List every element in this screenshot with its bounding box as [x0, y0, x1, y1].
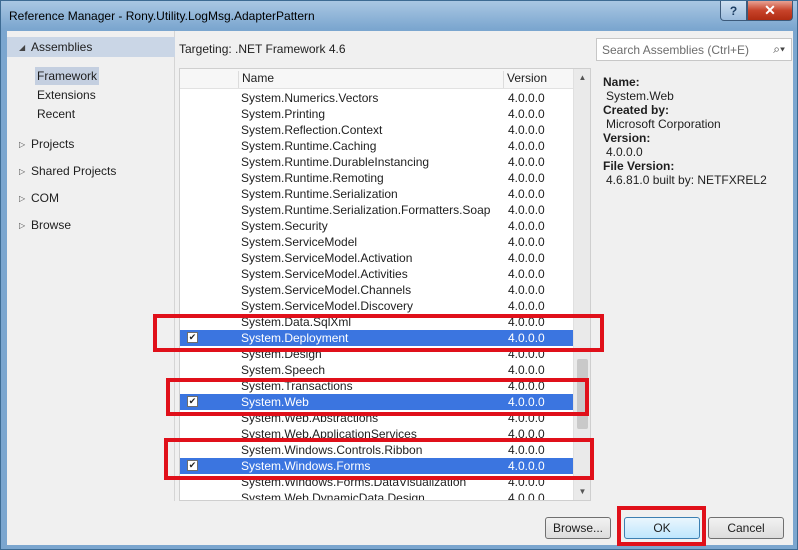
list-item[interactable]: System.ServiceModel.Discovery 4.0.0.0 — [180, 298, 574, 314]
close-button[interactable]: ✕ — [747, 1, 793, 21]
assembly-name: System.Web.DynamicData.Design — [241, 491, 425, 501]
expanded-arrow-icon: ◢ — [19, 42, 26, 52]
details-version-value: 4.0.0.0 — [606, 145, 643, 159]
column-header-version[interactable]: Version — [503, 71, 574, 88]
assembly-version: 4.0.0.0 — [508, 203, 545, 217]
collapsed-arrow-icon: ▷ — [19, 193, 26, 203]
collapsed-arrow-icon: ▷ — [19, 166, 26, 176]
assembly-name: System.Numerics.Vectors — [241, 91, 379, 105]
nav-com-label: COM — [31, 191, 59, 205]
scroll-up-icon[interactable]: ▲ — [574, 69, 590, 86]
assembly-version: 4.0.0.0 — [508, 267, 545, 281]
list-item[interactable]: System.ServiceModel.Activation 4.0.0.0 — [180, 250, 574, 266]
list-header: Name Version — [180, 69, 574, 89]
window-title: Reference Manager - Rony.Utility.LogMsg.… — [9, 9, 315, 23]
assembly-name: System.Runtime.Serialization — [241, 187, 398, 201]
nav-browse[interactable]: ▷ Browse — [7, 215, 175, 235]
assembly-version: 4.0.0.0 — [508, 251, 545, 265]
search-icon[interactable]: ⌕▾ — [773, 42, 785, 57]
targeting-label: Targeting: .NET Framework 4.6 — [179, 42, 346, 56]
list-item[interactable]: System.Runtime.Remoting 4.0.0.0 — [180, 170, 574, 186]
nav-shared-projects-label: Shared Projects — [31, 164, 117, 178]
nav-framework[interactable]: Framework — [35, 67, 100, 85]
assembly-name: System.Printing — [241, 107, 326, 121]
scroll-down-icon[interactable]: ▼ — [574, 483, 590, 500]
details-name-label: Name: — [603, 75, 640, 89]
list-item[interactable]: System.Web.DynamicData.Design 4.0.0.0 — [180, 490, 574, 501]
details-pane: Name: System.Web Created by: Microsoft C… — [603, 75, 793, 187]
assembly-name: System.Security — [241, 219, 328, 233]
assembly-name: System.Reflection.Context — [241, 123, 383, 137]
assembly-version: 4.0.0.0 — [508, 491, 545, 501]
list-item[interactable]: System.Runtime.DurableInstancing 4.0.0.0 — [180, 154, 574, 170]
nav-projects-label: Projects — [31, 137, 75, 151]
collapsed-arrow-icon: ▷ — [19, 220, 26, 230]
assembly-version: 4.0.0.0 — [508, 107, 545, 121]
category-nav: ◢ Assemblies Framework Extensions Recent… — [7, 31, 175, 501]
assembly-version: 4.0.0.0 — [508, 187, 545, 201]
details-file-version-value: 4.6.81.0 built by: NETFXREL2 — [606, 173, 767, 187]
nav-browse-label: Browse — [31, 218, 72, 232]
assembly-version: 4.0.0.0 — [508, 171, 545, 185]
browse-button[interactable]: Browse... — [545, 517, 611, 539]
nav-assemblies-label: Assemblies — [31, 40, 93, 54]
annotation-box-web — [166, 378, 589, 416]
assembly-version: 4.0.0.0 — [508, 283, 545, 297]
nav-recent[interactable]: Recent — [35, 105, 77, 123]
details-created-label: Created by: — [603, 103, 670, 117]
nav-assemblies[interactable]: ◢ Assemblies — [7, 37, 175, 57]
nav-extensions[interactable]: Extensions — [35, 86, 98, 104]
annotation-box-forms — [164, 438, 594, 480]
assembly-list[interactable]: Name Version System.Numerics.Vectors 4.0.… — [179, 68, 591, 501]
details-name-value: System.Web — [606, 89, 674, 103]
list-item[interactable]: System.Printing 4.0.0.0 — [180, 106, 574, 122]
title-bar[interactable]: Reference Manager - Rony.Utility.LogMsg.… — [1, 1, 798, 31]
help-button[interactable]: ? — [720, 1, 747, 21]
assembly-name: System.ServiceModel.Activation — [241, 251, 413, 265]
assembly-version: 4.0.0.0 — [508, 219, 545, 233]
annotation-box-ok — [617, 506, 706, 546]
search-placeholder: Search Assemblies (Ctrl+E) — [602, 42, 750, 57]
assembly-name: System.ServiceModel.Channels — [241, 283, 412, 297]
assembly-version: 4.0.0.0 — [508, 91, 545, 105]
assembly-version: 4.0.0.0 — [508, 139, 545, 153]
assembly-name: System.Runtime.Serialization.Formatters.… — [241, 203, 491, 217]
vertical-scrollbar[interactable]: ▲ ▼ — [573, 69, 590, 500]
nav-projects[interactable]: ▷ Projects — [7, 134, 175, 154]
nav-com[interactable]: ▷ COM — [7, 188, 175, 208]
search-input[interactable]: Search Assemblies (Ctrl+E) ⌕▾ — [596, 38, 792, 61]
list-item[interactable]: System.Runtime.Serialization 4.0.0.0 — [180, 186, 574, 202]
assembly-name: System.Runtime.Remoting — [241, 171, 384, 185]
assembly-name: System.ServiceModel.Discovery — [241, 299, 414, 313]
list-item[interactable]: System.ServiceModel.Activities 4.0.0.0 — [180, 266, 574, 282]
collapsed-arrow-icon: ▷ — [19, 139, 26, 149]
assembly-version: 4.0.0.0 — [508, 363, 545, 377]
assembly-name: System.Runtime.DurableInstancing — [241, 155, 430, 169]
assembly-name: System.Speech — [241, 363, 326, 377]
list-item[interactable]: System.ServiceModel.Channels 4.0.0.0 — [180, 282, 574, 298]
assembly-version: 4.0.0.0 — [508, 235, 545, 249]
annotation-box-deployment — [153, 314, 604, 352]
list-item[interactable]: System.Reflection.Context 4.0.0.0 — [180, 122, 574, 138]
details-created-value: Microsoft Corporation — [606, 117, 721, 131]
list-item[interactable]: System.Runtime.Caching 4.0.0.0 — [180, 138, 574, 154]
list-item[interactable]: System.Runtime.Serialization.Formatters.… — [180, 202, 574, 218]
assembly-version: 4.0.0.0 — [508, 123, 545, 137]
details-file-version-label: File Version: — [603, 159, 675, 173]
cancel-button[interactable]: Cancel — [708, 517, 784, 539]
list-item[interactable]: System.ServiceModel 4.0.0.0 — [180, 234, 574, 250]
list-item[interactable]: System.Security 4.0.0.0 — [180, 218, 574, 234]
assembly-version: 4.0.0.0 — [508, 155, 545, 169]
column-header-name[interactable]: Name — [238, 71, 503, 88]
list-item[interactable]: System.Speech 4.0.0.0 — [180, 362, 574, 378]
assembly-name: System.ServiceModel — [241, 235, 358, 249]
assembly-name: System.Runtime.Caching — [241, 139, 377, 153]
nav-shared-projects[interactable]: ▷ Shared Projects — [7, 161, 175, 181]
assembly-name: System.ServiceModel.Activities — [241, 267, 408, 281]
assembly-version: 4.0.0.0 — [508, 299, 545, 313]
details-version-label: Version: — [603, 131, 651, 145]
list-item[interactable]: System.Numerics.Vectors 4.0.0.0 — [180, 90, 574, 106]
